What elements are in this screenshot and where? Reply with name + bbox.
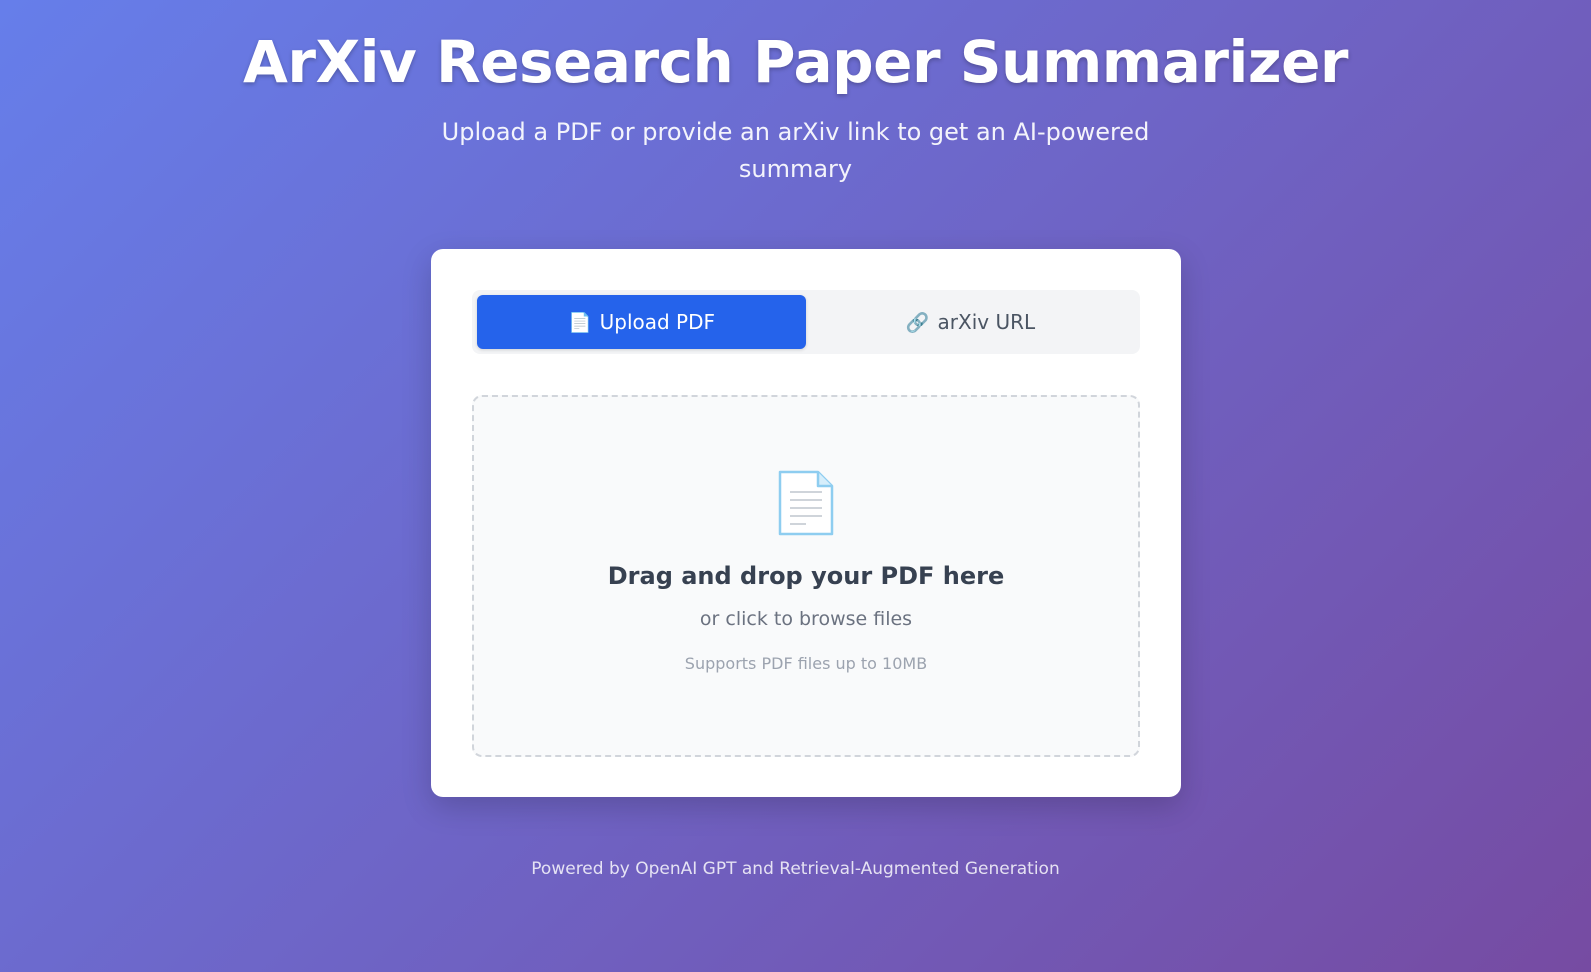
link-icon: 🔗 bbox=[905, 311, 930, 334]
page-header: ArXiv Research Paper Summarizer Upload a… bbox=[0, 0, 1591, 188]
page-title: ArXiv Research Paper Summarizer bbox=[242, 28, 1349, 96]
tab-arxiv-url-label: arXiv URL bbox=[937, 310, 1036, 334]
footer-credit: Powered by OpenAI GPT and Retrieval-Augm… bbox=[531, 859, 1060, 879]
dropzone-file-limit-note: Supports PDF files up to 10MB bbox=[684, 654, 928, 673]
dropzone-title: Drag and drop your PDF here bbox=[607, 562, 1005, 590]
pdf-dropzone[interactable]: Drag and drop your PDF here or click to … bbox=[472, 395, 1140, 757]
tab-upload-pdf[interactable]: 📄 Upload PDF bbox=[477, 295, 806, 349]
dropzone-subtitle: or click to browse files bbox=[699, 608, 913, 630]
document-icon: 📄 bbox=[567, 311, 592, 334]
tab-arxiv-url[interactable]: 🔗 arXiv URL bbox=[806, 295, 1135, 349]
document-icon bbox=[778, 470, 834, 536]
upload-card: 📄 Upload PDF 🔗 arXiv URL Drag and drop y… bbox=[431, 249, 1181, 797]
input-mode-tabs: 📄 Upload PDF 🔗 arXiv URL bbox=[472, 290, 1140, 354]
page-subtitle: Upload a PDF or provide an arXiv link to… bbox=[441, 118, 1150, 183]
tab-upload-pdf-label: Upload PDF bbox=[599, 310, 716, 334]
